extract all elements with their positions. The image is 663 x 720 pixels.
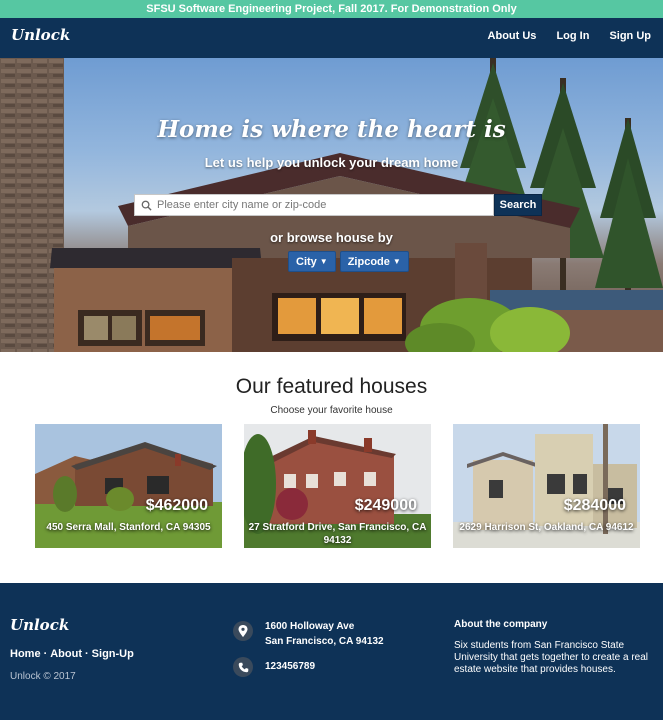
footer-sign-up-link[interactable]: Sign-Up: [92, 648, 134, 660]
footer-about-link[interactable]: About: [50, 648, 82, 660]
house-price: $284000: [563, 497, 626, 514]
browse-city-label: City: [296, 255, 317, 268]
search-bar: Search: [134, 194, 542, 216]
featured-subtitle: Choose your favorite house: [270, 405, 393, 416]
demo-banner: SFSU Software Engineering Project, Fall …: [0, 0, 663, 18]
search-input[interactable]: [157, 196, 487, 214]
browse-zipcode-label: Zipcode: [347, 255, 390, 268]
nav-about-us-link[interactable]: About Us: [488, 30, 537, 42]
browse-label: or browse house by: [270, 230, 393, 245]
map-pin-icon: [233, 621, 253, 641]
featured-house-card[interactable]: $462000 450 Serra Mall, Stanford, CA 943…: [35, 424, 222, 548]
browse-city-dropdown[interactable]: City ▼: [288, 251, 336, 272]
brand-logo[interactable]: Unlock: [11, 26, 70, 44]
search-box: [134, 194, 494, 216]
house-address: 27 Stratford Drive, San Francisco, CA 94…: [248, 522, 427, 546]
hero-title: Home is where the heart is: [157, 116, 506, 143]
house-address: 2629 Harrison St, Oakland, CA 94612: [459, 522, 634, 533]
featured-house-card[interactable]: $249000 27 Stratford Drive, San Francisc…: [244, 424, 431, 548]
search-icon: [135, 195, 157, 215]
footer-about-heading: About the company: [454, 619, 548, 630]
footer-home-link[interactable]: Home: [10, 648, 41, 660]
footer-about-text: Six students from San Francisco State Un…: [454, 640, 648, 675]
nav-log-in-link[interactable]: Log In: [556, 30, 589, 42]
chevron-down-icon: ▼: [319, 257, 328, 266]
footer-address-line2: San Francisco, CA 94132: [265, 636, 384, 647]
featured-house-card[interactable]: $284000 2629 Harrison St, Oakland, CA 94…: [453, 424, 640, 548]
footer-copyright: Unlock © 2017: [10, 671, 76, 682]
chevron-down-icon: ▼: [392, 257, 401, 266]
navbar: Unlock About Us Log In Sign Up: [0, 18, 663, 58]
nav-sign-up-link[interactable]: Sign Up: [609, 30, 651, 42]
house-price: $249000: [354, 497, 417, 514]
footer-link-separator: ·: [85, 648, 89, 660]
house-price: $462000: [145, 497, 208, 514]
phone-icon: [233, 657, 253, 677]
footer-phone: 123456789: [265, 661, 316, 672]
footer-address-line1: 1600 Holloway Ave: [265, 621, 355, 632]
browse-zipcode-dropdown[interactable]: Zipcode ▼: [339, 251, 409, 272]
footer-links: Home · About · Sign-Up: [10, 648, 134, 660]
browse-buttons: City ▼ Zipcode ▼: [288, 251, 409, 272]
search-button[interactable]: Search: [494, 194, 542, 216]
house-address: 450 Serra Mall, Stanford, CA 94305: [46, 522, 211, 533]
hero-subtitle: Let us help you unlock your dream home: [204, 155, 459, 170]
footer-brand-logo[interactable]: Unlock: [10, 616, 69, 634]
footer-address: 1600 Holloway Ave San Francisco, CA 9413…: [265, 619, 384, 649]
footer-link-separator: ·: [43, 648, 48, 660]
featured-title: Our featured houses: [235, 375, 428, 398]
footer: Unlock Home · About · Sign-Up Unlock © 2…: [0, 583, 663, 720]
nav-links: About Us Log In Sign Up: [488, 30, 651, 42]
hero-section: Home is where the heart is Let us help y…: [0, 58, 663, 352]
